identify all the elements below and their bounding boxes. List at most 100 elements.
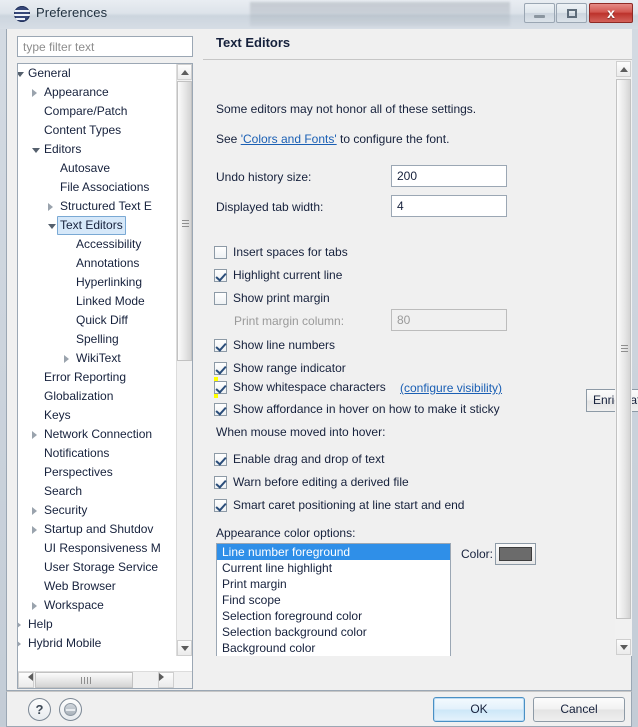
tree-item[interactable]: User Storage Service <box>18 558 178 577</box>
tree-twisty-collapsed-icon[interactable] <box>32 507 37 515</box>
content-vertical-scroll-thumb[interactable] <box>616 79 631 619</box>
checkbox-label: Highlight current line <box>233 268 343 282</box>
tree-item[interactable]: Accessibility <box>18 235 178 254</box>
tree-twisty-collapsed-icon[interactable] <box>32 89 37 97</box>
tree-item[interactable]: Workspace <box>18 596 178 615</box>
minimize-button[interactable] <box>524 3 555 23</box>
tree-item-label: Hybrid Mobile <box>28 636 102 650</box>
colors-and-fonts-link-top[interactable]: 'Colors and Fonts' <box>241 132 337 146</box>
tree-twisty-expanded-icon[interactable] <box>32 148 40 153</box>
tree-item[interactable]: Network Connection <box>18 425 178 444</box>
restore-defaults-button[interactable] <box>59 698 82 721</box>
tree-item[interactable]: Globalization <box>18 387 178 406</box>
content-scroll-down-button[interactable] <box>616 639 631 655</box>
tree-twisty-collapsed-icon[interactable] <box>32 602 37 610</box>
appearance-color-options-list[interactable]: Line number foreground Current line highl… <box>216 543 451 656</box>
displayed-tab-width-input[interactable] <box>391 195 507 217</box>
ok-button[interactable]: OK <box>433 697 525 722</box>
tree-twisty-collapsed-icon[interactable] <box>18 640 21 648</box>
tree-scroll-left-button[interactable] <box>18 672 34 688</box>
content-vertical-scrollbar[interactable] <box>615 61 632 655</box>
color-option-item[interactable]: Selection background color <box>217 624 450 640</box>
tree-item[interactable]: Hybrid Mobile <box>18 634 178 653</box>
tree-twisty-collapsed-icon[interactable] <box>64 355 69 363</box>
tree-vertical-scrollbar[interactable] <box>176 64 192 656</box>
tree-scroll-down-button[interactable] <box>177 640 192 656</box>
page-header: Text Editors <box>203 29 632 60</box>
tree-item[interactable]: UI Responsiveness M <box>18 539 178 558</box>
title-bar[interactable]: Preferences x <box>0 0 638 29</box>
tree-twisty-collapsed-icon[interactable] <box>32 526 37 534</box>
color-option-item[interactable]: Background color <box>217 640 450 656</box>
chevron-left-icon <box>19 673 33 681</box>
tree-horizontal-scrollbar[interactable] <box>18 671 192 688</box>
color-option-item[interactable]: Selection foreground color <box>217 608 450 624</box>
tree-twisty-collapsed-icon[interactable] <box>32 431 37 439</box>
tree-scroll-up-button[interactable] <box>177 64 192 80</box>
tree-twisty-collapsed-icon[interactable] <box>18 621 21 629</box>
tree-item[interactable]: Structured Text E <box>18 197 178 216</box>
tree-item[interactable]: Hyperlinking <box>18 273 178 292</box>
tree-item-label: Text Editors <box>57 216 126 235</box>
undo-history-size-label: Undo history size: <box>216 170 312 184</box>
tree-item[interactable]: WikiText <box>18 349 178 368</box>
titlebar-glass-decoration <box>250 2 510 26</box>
tree-twisty-collapsed-icon[interactable] <box>48 203 53 211</box>
tree-item[interactable]: File Associations <box>18 178 178 197</box>
configure-visibility-link[interactable]: (configure visibility) <box>400 380 502 397</box>
checkbox-show-whitespace-characters[interactable]: Show whitespace characters (configure vi… <box>214 377 502 398</box>
color-option-item[interactable]: Find scope <box>217 592 450 608</box>
tree-item[interactable]: Security <box>18 501 178 520</box>
cancel-button[interactable]: Cancel <box>533 697 625 722</box>
tree-item[interactable]: Quick Diff <box>18 311 178 330</box>
tree-item-label: Compare/Patch <box>44 104 128 118</box>
tree-item[interactable]: Notifications <box>18 444 178 463</box>
color-option-item[interactable]: Line number foreground <box>217 544 450 560</box>
checkbox-box <box>214 403 227 416</box>
tree-item[interactable]: Text Editors <box>18 216 178 235</box>
tree-scroll-right-button[interactable] <box>158 672 174 688</box>
color-option-item[interactable]: Current line highlight <box>217 560 450 576</box>
tree-vertical-scroll-thumb[interactable] <box>177 81 192 361</box>
tree-item[interactable]: Startup and Shutdov <box>18 520 178 539</box>
tree-item[interactable]: Install/Update <box>18 653 178 656</box>
dialog-footer: ? OK Cancel <box>6 691 632 727</box>
close-button[interactable]: x <box>589 3 633 23</box>
tree-item-label: Perspectives <box>44 465 113 479</box>
maximize-button[interactable] <box>556 3 587 23</box>
tree-item[interactable]: Annotations <box>18 254 178 273</box>
color-picker-button[interactable] <box>495 543 536 565</box>
help-button[interactable]: ? <box>28 698 51 721</box>
tree-item[interactable]: Appearance <box>18 83 178 102</box>
tree-item[interactable]: Search <box>18 482 178 501</box>
tree-item[interactable]: Compare/Patch <box>18 102 178 121</box>
tree-item[interactable]: Spelling <box>18 330 178 349</box>
tree-item[interactable]: Editors <box>18 140 178 159</box>
color-option-item[interactable]: Print margin <box>217 576 450 592</box>
tree-twisty-expanded-icon[interactable] <box>48 224 56 229</box>
undo-history-size-input[interactable] <box>391 165 507 187</box>
content-scroll-up-button[interactable] <box>616 61 631 77</box>
tree-item[interactable]: Perspectives <box>18 463 178 482</box>
tree-item-label: Editors <box>44 142 82 156</box>
hover-mode-label: When mouse moved into hover: <box>216 425 386 439</box>
tree-item-label: Install/Update <box>28 653 101 656</box>
checkbox-box <box>214 269 227 282</box>
tree-horizontal-scroll-thumb[interactable] <box>35 672 133 688</box>
tree-item[interactable]: General <box>18 64 178 83</box>
tree-item[interactable]: Keys <box>18 406 178 425</box>
tree-item[interactable]: Help <box>18 615 178 634</box>
question-mark-icon: ? <box>35 702 44 717</box>
filter-input[interactable] <box>17 36 193 57</box>
tree-item[interactable]: Linked Mode <box>18 292 178 311</box>
tree-item-label: Annotations <box>76 256 140 270</box>
tree-item[interactable]: Content Types <box>18 121 178 140</box>
tree-item-label: Error Reporting <box>44 370 127 384</box>
preferences-tree[interactable]: General Appearance Compare/Patch Content Ty… <box>17 63 193 689</box>
tree-twisty-expanded-icon[interactable] <box>18 72 24 77</box>
checkbox-label: Show line numbers <box>233 338 336 352</box>
tree-item-label: Autosave <box>60 161 111 175</box>
tree-item[interactable]: Error Reporting <box>18 368 178 387</box>
tree-item[interactable]: Autosave <box>18 159 178 178</box>
tree-item[interactable]: Web Browser <box>18 577 178 596</box>
